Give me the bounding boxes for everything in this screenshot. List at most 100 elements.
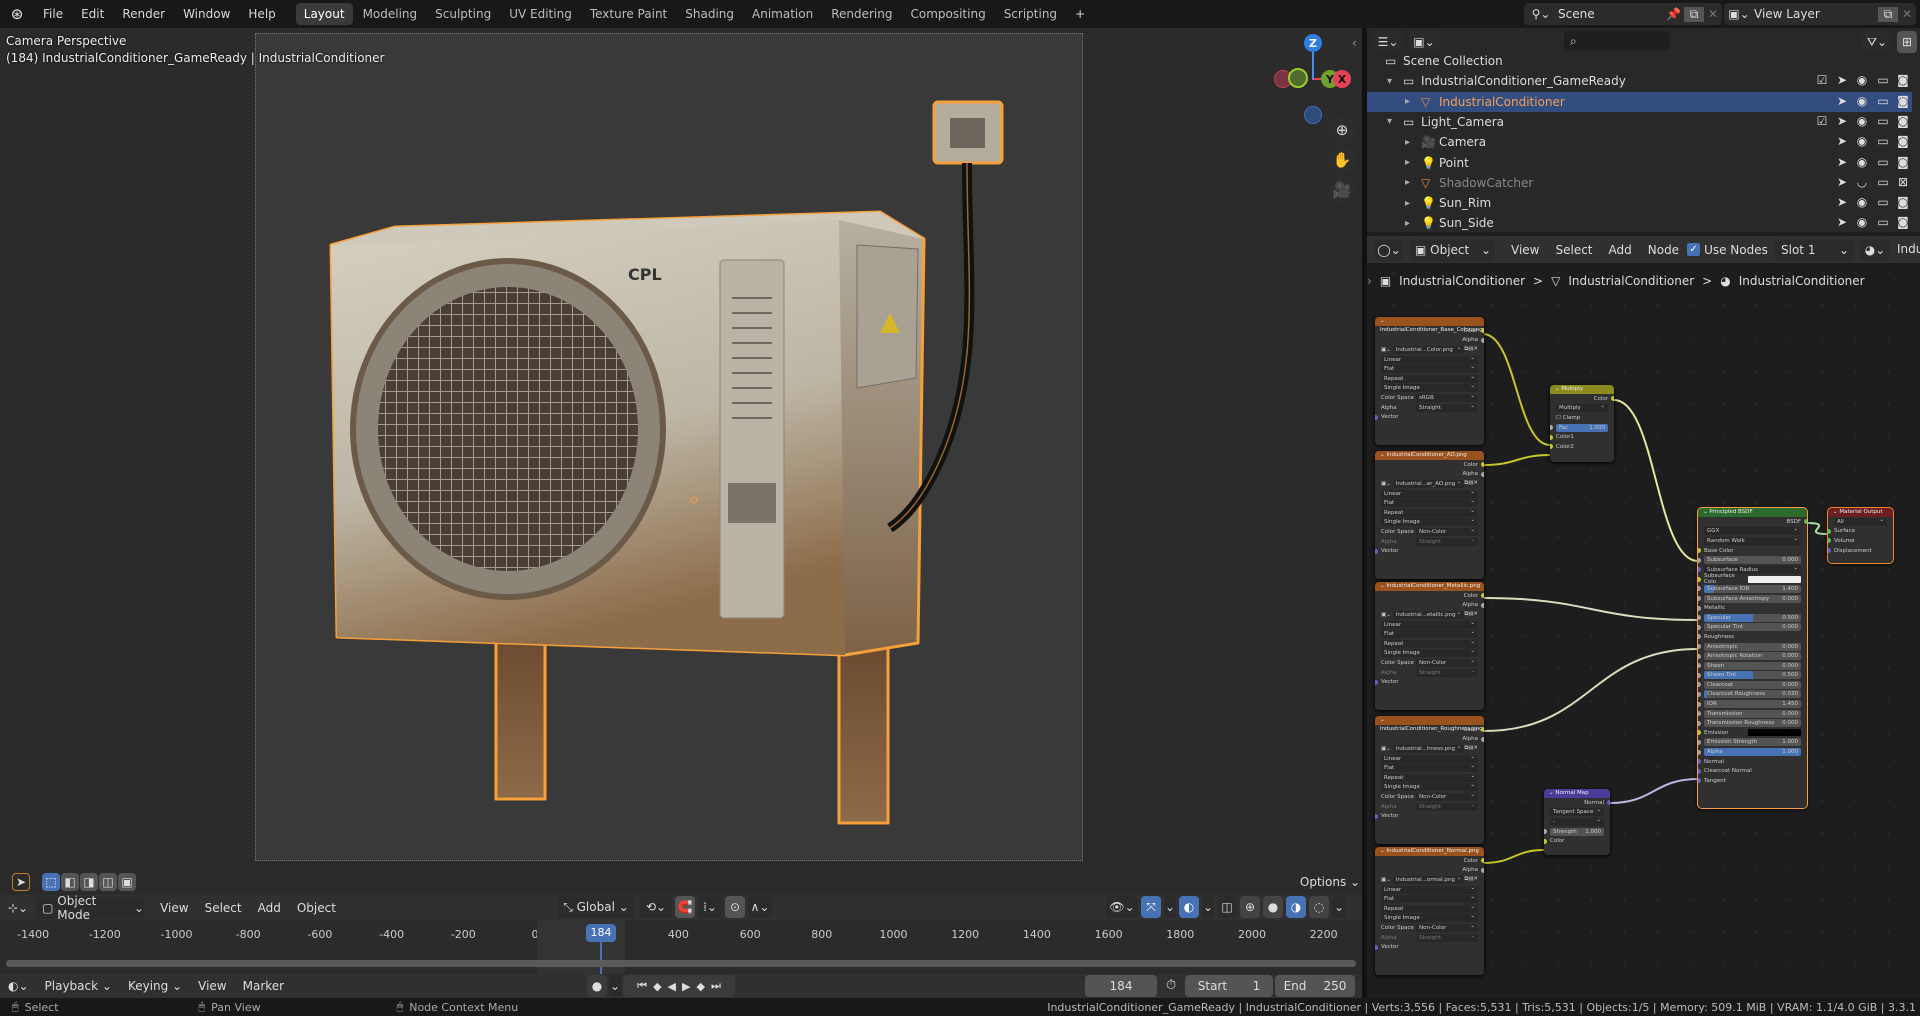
value-field[interactable]: Emission Strength 1.000 [1704,738,1801,747]
tab-sculpting[interactable]: Sculpting [427,3,499,25]
eye-icon[interactable]: ◉ [1854,215,1870,229]
render-camera-icon[interactable]: ⊠ [1895,175,1911,189]
value-field[interactable]: Clearcoat Roughness 0.030 [1704,690,1801,699]
dropdown[interactable]: Single Image [1381,516,1478,527]
outliner-item-label[interactable]: Sun_Side [1439,216,1494,230]
socket[interactable] [1544,829,1547,835]
socket[interactable] [1698,711,1701,717]
dropdown[interactable]: Multiply [1556,402,1608,413]
current-frame-field[interactable]: 184 [1085,975,1157,997]
delete-scene-icon[interactable]: ✕ [1704,7,1722,21]
node-header[interactable]: ⌄ IndustrialConditioner_Normal.png [1375,847,1484,856]
expand-arrow-icon[interactable]: ▸ [1405,218,1410,229]
eye-icon[interactable]: ◉ [1854,94,1870,108]
add-workspace-button[interactable]: + [1066,0,1094,28]
pivot-icon[interactable]: ⟲⌄ [640,896,672,918]
node-link[interactable] [1483,597,1699,621]
value-field[interactable]: Specular Tint 0.000 [1704,623,1801,632]
dropdown[interactable]: Linear [1381,884,1478,894]
dropdown[interactable]: Repeat [1381,373,1478,383]
input-socket[interactable] [1544,838,1547,844]
image-name-field[interactable]: Industrial...Color.png [1392,344,1465,354]
expand-arrow-icon[interactable]: ▸ [1405,177,1410,188]
image-texture-node[interactable]: ⌄ IndustrialConditioner_Roughness.png Col… [1375,716,1484,844]
mode-invert-icon[interactable]: ◫ [99,873,117,891]
socket[interactable] [1698,691,1701,697]
wireframe-shading-icon[interactable]: ⊕ [1240,896,1260,918]
dropdown[interactable]: Flat [1381,497,1478,508]
render-camera-icon[interactable]: ◙ [1895,114,1911,128]
dropdown[interactable]: Repeat [1381,903,1478,913]
outliner-item-label[interactable]: Camera [1439,135,1486,149]
model-render[interactable]: CPL [0,28,1362,895]
dropdown[interactable]: sRGB [1416,392,1478,402]
value-field[interactable]: Anisotropic Rotation 0.000 [1704,652,1801,661]
record-icon[interactable]: ● [587,975,607,997]
outliner-filter-icon[interactable]: ⛛⌄ [1862,31,1892,53]
gizmo-dropdown-icon[interactable]: ⌄ [1164,896,1176,918]
dropdown[interactable]: Single Image [1381,912,1478,923]
socket[interactable] [1698,749,1701,755]
viewport-menu-add[interactable]: Add [250,901,289,915]
strength-field[interactable]: Strength 1.000 [1550,827,1604,836]
clock-icon[interactable]: ⏱ [1166,978,1176,993]
output-socket[interactable] [1481,736,1484,742]
timeline-scrollbar[interactable] [6,960,1356,967]
select-arrow-icon[interactable]: ➤ [1834,94,1850,108]
dropdown[interactable]: All [1834,516,1887,526]
outliner-row[interactable]: ▸ 💡 Sun_Side ➤ ◉ ▭ ◙ [1367,213,1912,233]
current-frame-badge[interactable]: 184 [585,924,616,942]
output-socket[interactable] [1481,471,1484,477]
snap-toggle-icon[interactable]: 🧲 [675,896,695,918]
dropdown[interactable]: Random Walk [1704,535,1801,545]
menu-render[interactable]: Render [113,0,174,28]
proportional-edit-icon[interactable]: ⊙ [725,896,745,918]
socket[interactable] [1698,739,1701,745]
tab-shading[interactable]: Shading [677,3,742,25]
outliner-item-label[interactable]: Sun_Rim [1439,196,1491,210]
socket[interactable] [1698,653,1701,659]
end-frame-field[interactable]: End 250 [1275,975,1355,997]
image-name-field[interactable]: Industrial...er_AO.png [1392,478,1465,488]
monitor-icon[interactable]: ▭ [1875,195,1891,209]
socket[interactable] [1698,624,1701,630]
dropdown[interactable]: Flat [1381,762,1478,773]
view-layer-name[interactable]: View Layer [1754,7,1878,21]
value-field[interactable]: Alpha 1.000 [1704,748,1801,757]
tab-rendering[interactable]: Rendering [823,3,900,25]
multiply-node[interactable]: ⌄ MultiplyColorMultiply☐ Clamp Fac 1.000 Co… [1550,385,1614,462]
new-view-layer-icon[interactable]: ⧉ [1878,6,1898,22]
input-socket[interactable] [1698,605,1701,611]
delete-view-layer-icon[interactable]: ✕ [1898,7,1916,21]
output-socket[interactable] [1481,328,1484,334]
image-browse-icon[interactable]: ▣⌄ [1381,347,1391,353]
jump-start-icon[interactable]: ⏮ [637,979,647,993]
frame-ruler[interactable]: -1400 -1200 -1000 -800 -600 -400 -200 0 400 600 80… [0,920,1362,950]
render-camera-icon[interactable]: ◙ [1895,155,1911,169]
timeline-menu-keying[interactable]: Keying ⌄ [120,979,190,993]
mode-intersect-icon[interactable]: ▣ [118,873,136,891]
mode-subtract-icon[interactable]: ◨ [80,873,98,891]
overlay-toggle-icon[interactable]: ◐ [1179,896,1199,918]
value-field[interactable]: Sheen Tint 0.500 [1704,671,1801,680]
color-swatch[interactable] [1748,575,1801,583]
material-shading-icon[interactable]: ◑ [1286,896,1306,918]
input-socket[interactable] [1375,813,1378,819]
socket[interactable] [1550,425,1553,431]
menu-help[interactable]: Help [239,0,284,28]
image-texture-node[interactable]: ⌄ IndustrialConditioner_Metallic.png Colo… [1375,582,1484,710]
timeline-menu-marker[interactable]: Marker [235,979,292,993]
dropdown[interactable]: Repeat [1381,638,1478,648]
node-link[interactable] [1483,849,1545,864]
prev-keyframe-icon[interactable]: ◆ [653,980,661,993]
tab-scripting[interactable]: Scripting [996,3,1065,25]
jump-end-icon[interactable]: ⏭ [711,979,721,993]
dropdown[interactable]: Non-Color [1416,922,1478,932]
image-actions-icons[interactable]: ⧉▤✕ [1464,745,1478,752]
dropdown[interactable]: Non-Color [1416,657,1478,667]
input-socket[interactable] [1375,548,1378,554]
eye-icon[interactable]: ◉ [1854,195,1870,209]
xray-icon[interactable]: ◫ [1217,896,1237,918]
collapse-arrow-icon[interactable]: ▾ [1387,76,1392,87]
outliner-row[interactable]: ▸ 💡 Point ➤ ◉ ▭ ◙ [1367,153,1912,173]
